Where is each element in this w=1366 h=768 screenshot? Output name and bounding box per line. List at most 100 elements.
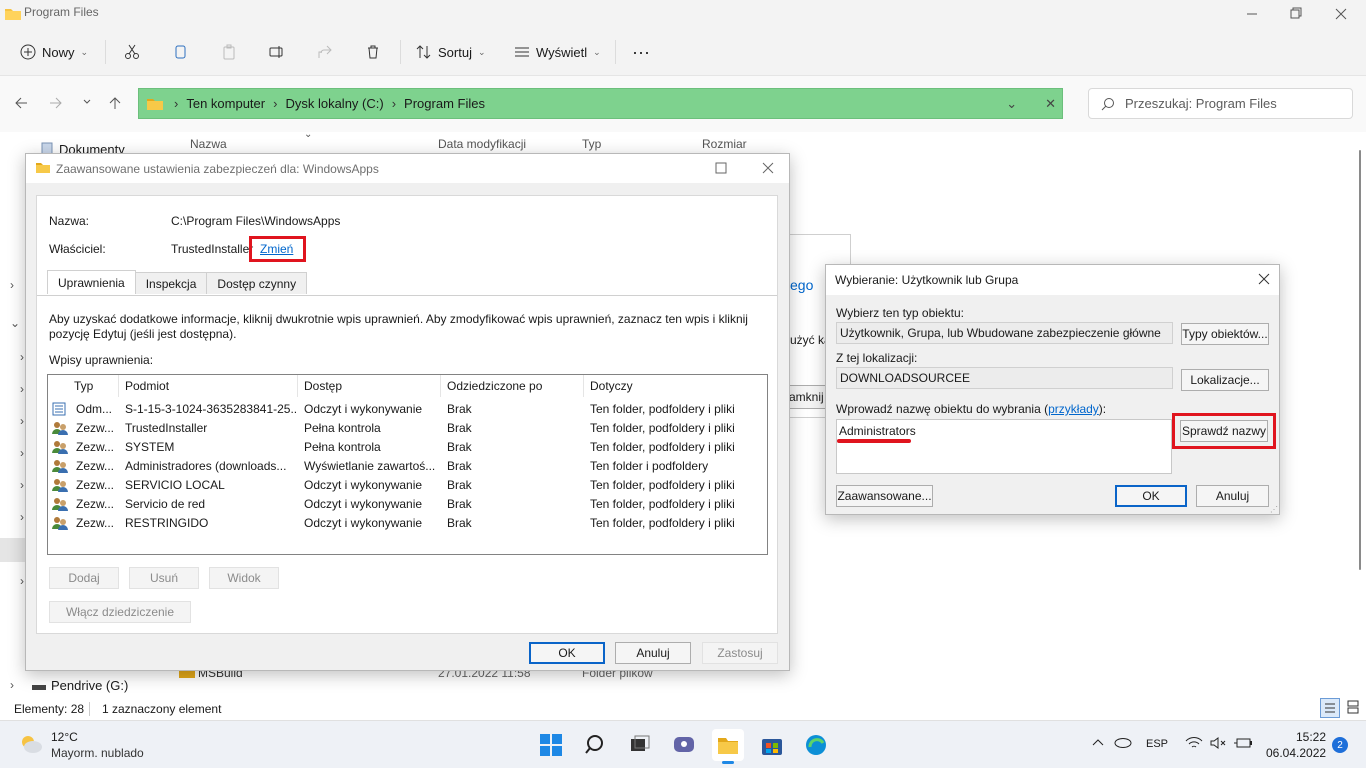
cell-access: Pełna kontrola — [304, 421, 381, 435]
bg-close-button[interactable]: amknij — [788, 385, 828, 409]
ok-button[interactable]: OK — [1115, 485, 1187, 507]
column-access[interactable]: Dostęp — [298, 375, 441, 397]
clock-date[interactable]: 06.04.2022 — [1266, 746, 1326, 760]
start-icon[interactable] — [535, 729, 567, 761]
tab-effective-access[interactable]: Dostęp czynny — [206, 272, 308, 294]
advanced-button[interactable]: Zaawansowane... — [836, 485, 933, 507]
tab-auditing[interactable]: Inspekcja — [134, 272, 208, 294]
edge-icon[interactable] — [800, 729, 832, 761]
examples-link[interactable]: przykłady — [1048, 402, 1099, 416]
apply-button[interactable]: Zastosuj — [702, 642, 778, 664]
store-icon[interactable] — [756, 729, 788, 761]
battery-icon[interactable] — [1233, 736, 1253, 750]
table-row[interactable]: Zezw... Administradores (downloads... Wyśw… — [48, 457, 767, 476]
table-row[interactable]: Zezw... Servicio de red Odczyt i wykonywan… — [48, 495, 767, 514]
add-button[interactable]: Dodaj — [49, 567, 119, 589]
language-indicator[interactable]: ESP — [1146, 738, 1168, 750]
nav-item-pendrive[interactable]: Pendrive (G:) — [51, 678, 128, 693]
collapse-chevron-icon[interactable]: ⌄ — [10, 316, 20, 330]
recent-chevron-icon[interactable] — [82, 97, 92, 107]
close-icon[interactable] — [762, 162, 774, 174]
column-type[interactable]: Typ — [68, 375, 119, 397]
chevron-up-icon[interactable] — [1091, 737, 1105, 747]
breadcrumb-item[interactable]: Program Files — [404, 96, 485, 111]
search-input[interactable]: Przeszukaj: Program Files — [1088, 88, 1353, 119]
table-row[interactable]: Zezw... TrustedInstaller Pełna kontrola Bra… — [48, 419, 767, 438]
minimize-icon[interactable] — [1242, 4, 1262, 24]
maximize-icon[interactable] — [1285, 4, 1305, 24]
table-row[interactable]: Zezw... RESTRINGIDO Odczyt i wykonywanie Br… — [48, 514, 767, 533]
ok-button[interactable]: OK — [529, 642, 605, 664]
back-arrow-icon[interactable] — [14, 96, 28, 110]
notification-badge[interactable]: 2 — [1332, 737, 1348, 753]
scrollbar-thumb[interactable] — [1359, 150, 1361, 570]
rename-button[interactable] — [269, 38, 285, 66]
up-arrow-icon[interactable] — [108, 96, 122, 110]
weather-icon[interactable] — [18, 733, 44, 755]
column-applies[interactable]: Dotyczy — [584, 375, 767, 397]
locations-button[interactable]: Lokalizacje... — [1181, 369, 1269, 391]
expand-chevron-icon[interactable]: › — [10, 678, 14, 692]
enable-inheritance-button[interactable]: Włącz dziedziczenie — [49, 601, 191, 623]
cell-access: Wyświetlanie zawartoś... — [304, 459, 436, 473]
column-date[interactable]: Data modyfikacji — [438, 137, 526, 151]
copy-button[interactable] — [172, 38, 188, 66]
table-row[interactable]: Zezw... SERVICIO LOCAL Odczyt i wykonywani… — [48, 476, 767, 495]
address-bar[interactable]: › Ten komputer › Dysk lokalny (C:) › Pro… — [138, 88, 1063, 119]
object-types-button[interactable]: Typy obiektów... — [1181, 323, 1269, 345]
column-type[interactable]: Typ — [582, 137, 601, 151]
column-principal[interactable]: Podmiot — [119, 375, 298, 397]
paste-button[interactable] — [221, 38, 237, 66]
breadcrumb-item[interactable]: Dysk lokalny (C:) — [285, 96, 383, 111]
scrollbar[interactable] — [1354, 132, 1366, 700]
object-name-input[interactable]: Administrators — [836, 419, 1172, 474]
remove-button[interactable]: Usuń — [129, 567, 199, 589]
sort-button[interactable]: Sortuj ⌄ — [416, 38, 486, 66]
view-button[interactable]: Widok — [209, 567, 279, 589]
cancel-button[interactable]: Anuluj — [1196, 485, 1269, 507]
view-button[interactable]: Wyświetl ⌄ — [514, 38, 601, 66]
weather-description[interactable]: Mayorm. nublado — [51, 746, 144, 760]
expand-chevron-icon[interactable]: › — [20, 446, 24, 460]
expand-chevron-icon[interactable]: › — [20, 382, 24, 396]
share-button[interactable] — [317, 38, 333, 66]
more-options-icon[interactable]: ··· — [632, 38, 650, 66]
cut-button[interactable] — [124, 38, 140, 66]
task-view-icon[interactable] — [624, 729, 656, 761]
expand-chevron-icon[interactable]: › — [20, 510, 24, 524]
file-explorer-icon[interactable] — [712, 729, 744, 764]
weather-temperature[interactable]: 12°C — [51, 730, 78, 744]
column-name[interactable]: Nazwa — [190, 137, 227, 151]
paste-icon — [223, 44, 235, 60]
column-inherited[interactable]: Odziedziczone po — [441, 375, 584, 397]
close-icon[interactable] — [1258, 273, 1270, 285]
volume-muted-icon[interactable] — [1209, 736, 1227, 750]
resize-grip-icon[interactable]: ⋰ — [1270, 505, 1278, 514]
forward-arrow-icon[interactable] — [49, 96, 63, 110]
tab-permissions[interactable]: Uprawnienia — [47, 270, 136, 294]
expand-chevron-icon[interactable]: › — [20, 350, 24, 364]
tiles-view-icon[interactable] — [1344, 698, 1364, 718]
expand-chevron-icon[interactable]: › — [20, 478, 24, 492]
delete-button[interactable] — [365, 38, 381, 66]
onedrive-icon[interactable] — [1114, 736, 1132, 748]
chevron-down-icon[interactable]: ⌄ — [1006, 96, 1017, 112]
table-row[interactable]: Zezw... SYSTEM Pełna kontrola Brak Ten folde… — [48, 438, 767, 457]
wifi-icon[interactable] — [1185, 736, 1203, 750]
column-size[interactable]: Rozmiar — [702, 137, 747, 151]
new-button[interactable]: Nowy ⌄ — [20, 38, 88, 66]
clock-time[interactable]: 15:22 — [1296, 730, 1326, 744]
cancel-button[interactable]: Anuluj — [615, 642, 691, 664]
table-row[interactable]: Odm... S-1-15-3-1024-3635283841-25... Odcz… — [48, 400, 767, 419]
expand-chevron-icon[interactable]: › — [20, 574, 24, 588]
check-names-button[interactable]: Sprawdź nazwy — [1180, 420, 1268, 442]
search-icon[interactable] — [580, 729, 612, 761]
clear-icon[interactable]: ✕ — [1045, 96, 1056, 112]
details-view-icon[interactable] — [1320, 698, 1340, 718]
expand-chevron-icon[interactable]: › — [10, 278, 14, 292]
close-icon[interactable] — [1331, 4, 1351, 24]
expand-chevron-icon[interactable]: › — [20, 414, 24, 428]
maximize-icon[interactable] — [715, 162, 727, 174]
chat-icon[interactable] — [668, 729, 700, 761]
breadcrumb-item[interactable]: Ten komputer — [186, 96, 265, 111]
